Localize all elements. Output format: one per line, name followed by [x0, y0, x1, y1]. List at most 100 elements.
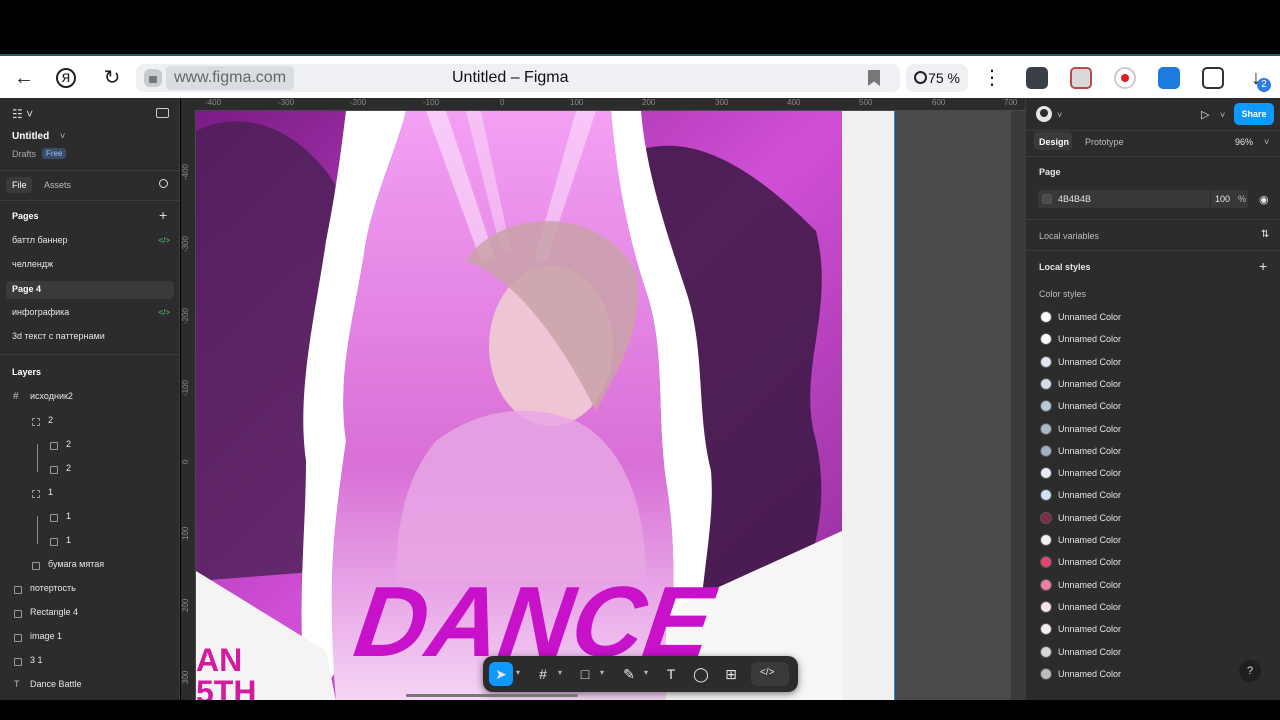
- local-variables[interactable]: Local variables: [1039, 231, 1099, 241]
- layer-image-1b[interactable]: 1: [0, 530, 180, 554]
- color-style-item[interactable]: Unnamed Color: [1036, 486, 1266, 504]
- bookmark-icon[interactable]: [868, 70, 880, 86]
- color-style-item[interactable]: Unnamed Color: [1036, 375, 1266, 393]
- move-tool-icon[interactable]: ➤: [489, 662, 513, 686]
- page-fill-hex[interactable]: 4B4B4B: [1058, 194, 1091, 204]
- tab-assets[interactable]: Assets: [44, 180, 71, 190]
- pen-tool-icon[interactable]: ✎: [617, 662, 641, 686]
- layer-label: image 1: [30, 631, 63, 641]
- page-item-battle-banner[interactable]: баттл баннер </>: [0, 230, 180, 254]
- avatar-chevron-icon[interactable]: ˅: [1057, 110, 1062, 120]
- search-icon[interactable]: [159, 179, 168, 188]
- reload-icon[interactable]: ↻: [100, 66, 124, 90]
- zoom-level[interactable]: 96%: [1235, 137, 1253, 147]
- tab-file[interactable]: File: [12, 180, 27, 190]
- layer-image-1a[interactable]: 1: [0, 506, 180, 530]
- page-fill-input[interactable]: 4B4B4B 100 %: [1038, 190, 1248, 208]
- color-style-label: Unnamed Color: [1058, 535, 1122, 545]
- layer-image-2b[interactable]: 2: [0, 458, 180, 482]
- page-item-3d-text[interactable]: 3d текст с паттернами: [0, 326, 180, 350]
- page-item-infographics[interactable]: инфографика </>: [0, 302, 180, 326]
- layer-rectangle-4[interactable]: Rectangle 4: [0, 602, 180, 626]
- layer-image-1[interactable]: image 1: [0, 626, 180, 650]
- file-name-chevron-icon[interactable]: ˅: [60, 131, 65, 141]
- color-style-item[interactable]: Unnamed Color: [1036, 464, 1266, 482]
- divider: [1026, 219, 1280, 220]
- color-style-item[interactable]: Unnamed Color: [1036, 620, 1266, 638]
- extension-record-icon[interactable]: [1114, 67, 1136, 89]
- file-name[interactable]: Untitled: [12, 131, 49, 142]
- layer-crumpled-paper[interactable]: бумага мятая: [0, 554, 180, 578]
- tab-design[interactable]: Design: [1039, 137, 1069, 147]
- sidebar-toggle-icon[interactable]: [156, 108, 169, 118]
- layer-3-1[interactable]: 3 1: [0, 650, 180, 674]
- avatar[interactable]: [1036, 106, 1052, 122]
- page-fill-swatch[interactable]: [1042, 194, 1052, 204]
- color-style-item[interactable]: Unnamed Color: [1036, 553, 1266, 571]
- ruler-tick: 500: [859, 98, 873, 107]
- color-style-item[interactable]: Unnamed Color: [1036, 576, 1266, 594]
- extension-blue-icon[interactable]: [1158, 67, 1180, 89]
- text-tool-icon[interactable]: T: [659, 662, 683, 686]
- variables-settings-icon[interactable]: ⇅: [1261, 229, 1269, 240]
- shape-tool-caret-icon[interactable]: ▾: [600, 668, 604, 677]
- ruler-tick: -300: [181, 235, 190, 252]
- color-style-item[interactable]: Unnamed Color: [1036, 420, 1266, 438]
- help-button[interactable]: ?: [1239, 660, 1261, 682]
- bottom-black-band: [0, 700, 1280, 720]
- frame-tool-caret-icon[interactable]: ▾: [558, 668, 562, 677]
- color-style-item[interactable]: Unnamed Color: [1036, 353, 1266, 371]
- yandex-icon[interactable]: я: [56, 68, 76, 88]
- color-style-item[interactable]: Unnamed Color: [1036, 665, 1266, 683]
- extension-translate-icon[interactable]: [1202, 67, 1224, 89]
- present-play-icon[interactable]: ▷: [1201, 108, 1209, 121]
- resources-tool-icon[interactable]: ⊞: [719, 662, 743, 686]
- comment-tool-icon[interactable]: ◯: [689, 662, 713, 686]
- horizontal-scrollbar[interactable]: [406, 694, 578, 697]
- move-tool-caret-icon[interactable]: ▾: [516, 668, 520, 677]
- file-location[interactable]: Drafts: [12, 149, 36, 159]
- add-page-icon[interactable]: +: [159, 207, 167, 223]
- color-style-item[interactable]: Unnamed Color: [1036, 442, 1266, 460]
- zoom-chevron-icon[interactable]: ˅: [1264, 137, 1269, 147]
- color-style-item[interactable]: Unnamed Color: [1036, 308, 1266, 326]
- artboard-poster[interactable]: DANCE AN 5TH: [196, 111, 842, 700]
- zoom-indicator[interactable]: 75 %: [906, 64, 968, 92]
- frame-tool-icon[interactable]: #: [531, 662, 555, 686]
- layer-scuff[interactable]: потертость: [0, 578, 180, 602]
- page-fill-opacity[interactable]: 100: [1215, 194, 1230, 204]
- color-style-item[interactable]: Unnamed Color: [1036, 643, 1266, 661]
- color-style-item[interactable]: Unnamed Color: [1036, 397, 1266, 415]
- page-item-page-4[interactable]: Page 4: [6, 281, 174, 299]
- more-menu-icon[interactable]: ⋮: [982, 66, 1002, 90]
- layer-dance-battle[interactable]: T Dance Battle: [0, 674, 180, 698]
- present-chevron-icon[interactable]: ˅: [1220, 110, 1225, 120]
- back-arrow-icon[interactable]: ←: [12, 66, 36, 90]
- canvas[interactable]: -400 -300 -200 -100 0 100 200 300 400 50…: [181, 98, 1025, 700]
- tab-prototype[interactable]: Prototype: [1085, 137, 1124, 147]
- screen: ← я ↻ www.figma.com Untitled – Figma 75 …: [0, 0, 1280, 720]
- rectangle-tool-icon[interactable]: □: [573, 662, 597, 686]
- pen-tool-caret-icon[interactable]: ▾: [644, 668, 648, 677]
- color-style-item[interactable]: Unnamed Color: [1036, 509, 1266, 527]
- address-bar[interactable]: www.figma.com Untitled – Figma: [136, 64, 900, 92]
- color-style-label: Unnamed Color: [1058, 356, 1122, 367]
- color-style-item[interactable]: Unnamed Color: [1036, 531, 1266, 549]
- extension-terminal-icon[interactable]: [1026, 67, 1048, 89]
- layer-group-2[interactable]: 2: [0, 410, 180, 434]
- add-style-icon[interactable]: +: [1259, 258, 1267, 274]
- color-style-item[interactable]: Unnamed Color: [1036, 598, 1266, 616]
- figma-menu-icon[interactable]: ☷ ˅: [12, 107, 33, 121]
- page-item-challenge[interactable]: челлендж: [0, 254, 180, 278]
- layer-image-2a[interactable]: 2: [0, 434, 180, 458]
- visibility-eye-icon[interactable]: ◉: [1259, 193, 1269, 206]
- paper-edge-frame[interactable]: [842, 111, 895, 700]
- url-text[interactable]: www.figma.com: [166, 66, 295, 90]
- extension-browser-icon[interactable]: [1070, 67, 1092, 89]
- layer-frame-source2[interactable]: # исходник2: [0, 386, 180, 410]
- lock-icon[interactable]: [144, 69, 162, 87]
- color-style-item[interactable]: Unnamed Color: [1036, 330, 1266, 348]
- layer-group-1[interactable]: 1: [0, 482, 180, 506]
- share-button[interactable]: Share: [1234, 103, 1274, 125]
- dev-mode-toggle[interactable]: </>: [751, 662, 789, 686]
